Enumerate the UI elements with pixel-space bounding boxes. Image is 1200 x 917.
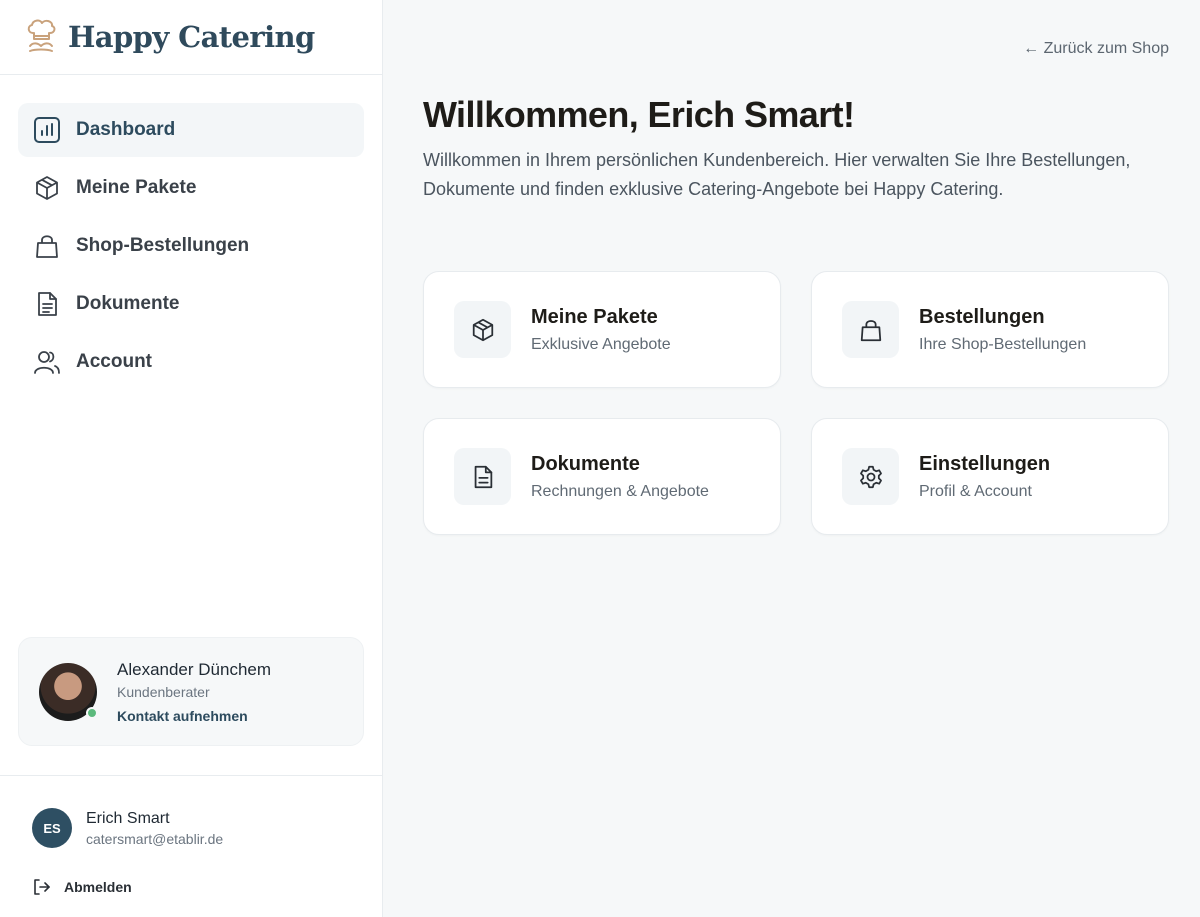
- sidebar-item-label: Shop-Bestellungen: [76, 235, 250, 256]
- main-content: ← Zurück zum Shop Willkommen, Erich Smar…: [384, 0, 1200, 917]
- brand-header[interactable]: Happy Catering: [0, 0, 382, 75]
- online-status-indicator: [86, 706, 98, 719]
- card-einstellungen[interactable]: Einstellungen Profil & Account: [811, 418, 1169, 535]
- sidebar-item-meine-pakete[interactable]: Meine Pakete: [18, 161, 364, 215]
- advisor-role: Kundenberater: [117, 683, 210, 700]
- card-subtitle: Ihre Shop-Bestellungen: [919, 335, 1087, 353]
- sidebar-item-shop-bestellungen[interactable]: Shop-Bestellungen: [18, 219, 364, 273]
- card-subtitle: Rechnungen & Angebote: [531, 482, 709, 500]
- card-dokumente[interactable]: Dokumente Rechnungen & Angebote: [423, 418, 781, 535]
- package-icon: [454, 301, 511, 358]
- users-icon: [32, 347, 62, 377]
- contact-advisor-link[interactable]: Kontakt aufnehmen: [117, 708, 271, 724]
- card-subtitle: Exklusive Angebote: [531, 335, 671, 353]
- chef-hat-logo-icon: [27, 19, 56, 52]
- advisor-name: Alexander Dünchem: [117, 659, 272, 679]
- user-profile: ES Erich Smart catersmart@etablir.de: [32, 808, 223, 848]
- advisor-card: Alexander Dünchem Kundenberater Kontakt …: [18, 637, 364, 746]
- sidebar-item-label: Meine Pakete: [76, 177, 197, 198]
- sidebar: Happy Catering Dashboard Meine Pakete Sh…: [0, 0, 383, 917]
- bar-chart-icon: [32, 115, 62, 145]
- sidebar-item-label: Dokumente: [76, 293, 180, 314]
- advisor-info: Alexander Dünchem Kundenberater Kontakt …: [117, 660, 271, 724]
- sidebar-item-label: Dashboard: [76, 119, 176, 140]
- sidebar-nav: Dashboard Meine Pakete Shop-Bestellungen: [18, 103, 364, 393]
- sidebar-item-account[interactable]: Account: [18, 335, 364, 389]
- sidebar-item-dokumente[interactable]: Dokumente: [18, 277, 364, 331]
- logout-label: Abmelden: [64, 879, 132, 895]
- logout-button[interactable]: Abmelden: [32, 877, 132, 897]
- back-to-shop-link[interactable]: ← Zurück zum Shop: [1023, 40, 1169, 58]
- page-intro: Willkommen in Ihrem persönlichen Kundenb…: [423, 150, 1131, 199]
- user-name: Erich Smart: [86, 809, 170, 827]
- user-avatar: ES: [32, 808, 72, 848]
- document-icon: [454, 448, 511, 505]
- sidebar-item-label: Account: [76, 351, 152, 372]
- shopping-bag-icon: [32, 231, 62, 261]
- card-title: Bestellungen: [919, 305, 1045, 328]
- user-section: ES Erich Smart catersmart@etablir.de Abm…: [0, 775, 383, 917]
- card-title: Dokumente: [531, 452, 640, 475]
- page-title: Willkommen, Erich Smart!: [423, 94, 855, 135]
- user-email: catersmart@etablir.de: [86, 830, 224, 847]
- settings-icon: [842, 448, 899, 505]
- card-title: Einstellungen: [919, 452, 1051, 475]
- card-subtitle: Profil & Account: [919, 482, 1032, 500]
- package-icon: [32, 173, 62, 203]
- card-meine-pakete[interactable]: Meine Pakete Exklusive Angebote: [423, 271, 781, 388]
- card-title: Meine Pakete: [531, 305, 658, 328]
- sidebar-item-dashboard[interactable]: Dashboard: [18, 103, 364, 157]
- brand-name: Happy Catering: [68, 20, 315, 54]
- shopping-bag-icon: [842, 301, 899, 358]
- document-icon: [32, 289, 62, 319]
- advisor-avatar: [39, 662, 98, 721]
- logout-icon: [34, 879, 50, 895]
- card-bestellungen[interactable]: Bestellungen Ihre Shop-Bestellungen: [811, 271, 1169, 388]
